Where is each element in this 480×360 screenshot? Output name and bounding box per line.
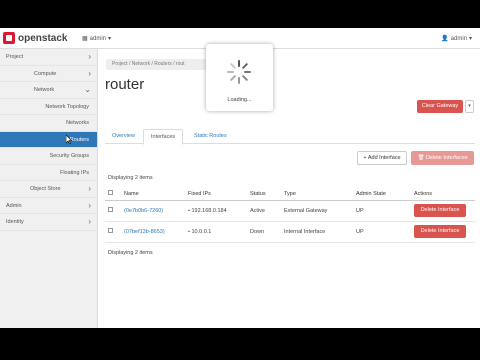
sidebar-item-label: Networks (66, 120, 89, 126)
chevron-right-icon: › (88, 52, 91, 61)
actions-cell: Delete Interface (411, 200, 475, 222)
table-row: (07bef13b-8653) • 10.0.0.1 Down Internal… (105, 221, 475, 243)
actions-cell: Delete Interface (411, 221, 475, 243)
admin-state-cell: UP (353, 221, 411, 243)
row-checkbox[interactable] (108, 228, 113, 233)
interface-name-cell: (07bef13b-8653) (121, 221, 185, 243)
interface-name-cell: (0e7b0b6-7260) (121, 200, 185, 222)
chevron-down-icon: ⌄ (84, 85, 91, 94)
interfaces-table: Name Fixed IPs Status Type Admin State A… (105, 188, 475, 243)
row-select-cell (105, 221, 121, 243)
sidebar-item-identity[interactable]: Identity › (0, 214, 97, 231)
app-screen: openstack ▦ admin ▾ 👤 admin ▾ Project › C… (0, 28, 480, 328)
sidebar-item-label: Compute (34, 70, 57, 77)
type-cell: Internal Interface (281, 221, 353, 243)
delete-interface-button[interactable]: Delete Interface (414, 204, 466, 217)
user-dropdown[interactable]: 👤 admin ▾ (441, 35, 472, 43)
column-header-admin-state[interactable]: Admin State (353, 188, 411, 201)
row-select-cell (105, 200, 121, 222)
interface-name-link[interactable]: (07bef13b-8653) (124, 229, 165, 235)
table-summary-bottom: Displaying 2 items (108, 250, 153, 256)
sidebar-item-label: Routers (69, 136, 89, 143)
sidebar: Project › Compute › Network ⌄ Network Topol… (0, 49, 98, 328)
sidebar-item-floating-ips[interactable]: Floating IPs (0, 165, 97, 181)
table-summary-top: Displaying 2 items (108, 175, 153, 181)
loading-text: Loading... (227, 97, 252, 103)
admin-state-cell: UP (353, 200, 411, 222)
table-header-row: Name Fixed IPs Status Type Admin State A… (105, 188, 475, 201)
caret-down-icon: ▾ (108, 36, 112, 42)
add-interface-button[interactable]: + Add Interface (357, 151, 407, 165)
actions-caret-button[interactable]: ▾ (465, 100, 474, 113)
sidebar-item-networks[interactable]: Networks (0, 115, 97, 132)
openstack-logo-icon (3, 32, 15, 44)
tab-bar: Overview Interfaces Static Routes (105, 129, 475, 145)
fixed-ip-cell: • 192.168.0.184 (185, 200, 247, 222)
column-header-fixed-ips[interactable]: Fixed IPs (185, 188, 247, 201)
project-dropdown[interactable]: ▦ admin ▾ (82, 35, 112, 43)
column-header-name[interactable]: Name (121, 188, 185, 201)
mouse-cursor-icon (66, 135, 72, 144)
column-header-type[interactable]: Type (281, 188, 353, 201)
clear-gateway-button[interactable]: Clear Gateway (417, 100, 463, 113)
fixed-ip-value: 10.0.0.1 (191, 228, 212, 235)
column-header-status[interactable]: Status (247, 188, 281, 201)
column-header-actions: Actions (411, 188, 475, 201)
chevron-right-icon: › (88, 68, 91, 78)
caret-down-icon: ▾ (468, 36, 472, 42)
sidebar-item-project[interactable]: Project › (0, 49, 97, 66)
page-title: router (105, 76, 145, 93)
sidebar-item-routers[interactable]: Routers (0, 131, 97, 148)
spinner-icon (227, 60, 251, 84)
sidebar-item-network[interactable]: Network ⌄ (0, 82, 97, 99)
tab-interfaces[interactable]: Interfaces (143, 129, 184, 145)
loading-modal: Loading... (206, 44, 273, 111)
type-cell: External Gateway (281, 200, 353, 222)
sidebar-item-security-groups[interactable]: Security Groups (0, 148, 97, 165)
grid-icon: ▦ (82, 36, 88, 42)
select-all-header (105, 188, 121, 201)
fixed-ip-value: 192.168.0.184 (191, 207, 227, 214)
delete-interfaces-button[interactable]: 🗑 Delete Interfaces (411, 151, 474, 165)
select-all-checkbox[interactable] (108, 190, 113, 196)
sidebar-item-label: Network Topology (45, 103, 89, 110)
chevron-right-icon: › (88, 217, 91, 226)
project-label: admin (89, 35, 107, 42)
status-cell: Down (247, 221, 281, 243)
sidebar-item-label: Floating IPs (59, 169, 89, 176)
sidebar-item-label: Security Groups (49, 153, 89, 159)
brand-name: openstack (18, 32, 68, 44)
chevron-right-icon: › (88, 200, 91, 210)
user-icon: 👤 (441, 36, 449, 42)
sidebar-item-label: Network (34, 87, 55, 93)
main-content: Project / Network / Routers / rout route… (98, 49, 480, 328)
openstack-logo[interactable]: openstack (3, 32, 67, 44)
user-label: admin (450, 35, 467, 42)
tab-static-routes[interactable]: Static Routes (187, 129, 234, 144)
interface-name-link[interactable]: (0e7b0b6-7260) (124, 208, 163, 214)
fixed-ip-cell: • 10.0.0.1 (185, 221, 247, 243)
delete-interface-button[interactable]: Delete Interface (414, 225, 466, 238)
sidebar-item-admin[interactable]: Admin › (0, 198, 97, 214)
status-cell: Active (247, 200, 281, 222)
row-checkbox[interactable] (108, 207, 113, 212)
sidebar-item-network-topology[interactable]: Network Topology (0, 99, 97, 115)
table-row: (0e7b0b6-7260) • 192.168.0.184 Active Ex… (105, 200, 475, 222)
sidebar-item-compute[interactable]: Compute › (0, 66, 97, 82)
tab-overview[interactable]: Overview (105, 129, 142, 144)
sidebar-item-label: Admin (6, 202, 22, 209)
sidebar-item-label: Identity (6, 219, 24, 225)
sidebar-item-object-store[interactable]: Object Store › (0, 181, 97, 198)
chevron-right-icon: › (88, 184, 91, 193)
sidebar-item-label: Project (6, 54, 24, 60)
sidebar-item-label: Object Store (30, 186, 61, 192)
